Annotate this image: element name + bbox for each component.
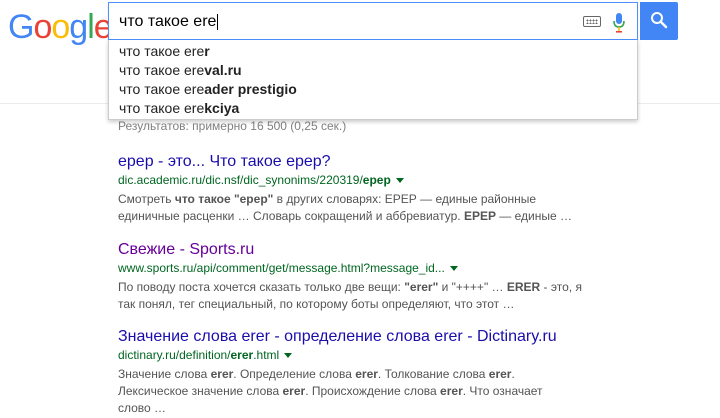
snippet-text: . Определение слова bbox=[233, 367, 356, 381]
snippet-highlight: erer bbox=[210, 367, 234, 381]
result-title-link[interactable]: Значение слова erer - определение слова … bbox=[118, 327, 588, 347]
result-title-link[interactable]: ерер - это... Что такое ерер? bbox=[118, 152, 588, 172]
suggestion-item[interactable]: что такое erekciya bbox=[119, 98, 239, 118]
snippet-line: слово … bbox=[118, 400, 588, 417]
snippet-text: . Толкование слова bbox=[377, 367, 489, 381]
snippet-line: единичные расценки … Словарь сокращений … bbox=[118, 208, 588, 225]
search-result: Свежие - Sports.ru www.sports.ru/api/com… bbox=[118, 240, 588, 313]
snippet-line: Смотреть что такое "ерер" в других слова… bbox=[118, 191, 588, 208]
snippet-text: так понял, тег специальный, по которому … bbox=[118, 297, 515, 311]
snippet-highlight: erer bbox=[440, 384, 463, 398]
snippet-text: . Что означает bbox=[462, 384, 543, 398]
autocomplete-dropdown: что такое erer что такое ereval.ru что т… bbox=[108, 40, 638, 120]
snippet-text: Смотреть bbox=[118, 192, 175, 206]
snippet-text: . Происхождение слова bbox=[305, 384, 441, 398]
search-result: ерер - это... Что такое ерер? dic.academ… bbox=[118, 152, 588, 225]
snippet-text: Значение слова bbox=[118, 367, 211, 381]
url-menu-arrow-icon[interactable] bbox=[284, 353, 293, 359]
snippet-line: Лексическое значение слова erer. Происхо… bbox=[118, 383, 588, 400]
snippet-highlight: erer bbox=[282, 384, 306, 398]
url-menu-arrow-icon[interactable] bbox=[395, 178, 404, 184]
keyboard-icon[interactable] bbox=[583, 16, 601, 27]
snippet-highlight: "erer" bbox=[404, 280, 439, 294]
result-snippet: По поводу поста хочется сказать только д… bbox=[118, 279, 588, 313]
snippet-text: единичные расценки … Словарь сокращений … bbox=[118, 209, 464, 223]
snippet-line: Значение слова erer. Определение слова e… bbox=[118, 366, 588, 383]
snippet-highlight: erer bbox=[488, 367, 512, 381]
result-snippet: Смотреть что такое "ерер" в других слова… bbox=[118, 191, 588, 225]
snippet-highlight: ЕРЕР bbox=[463, 209, 496, 223]
result-url: dic.academic.ru/dic.nsf/dic_synonims/220… bbox=[118, 172, 588, 189]
snippet-text: Лексическое значение слова bbox=[118, 384, 283, 398]
snippet-highlight: ERER bbox=[506, 280, 541, 294]
search-button[interactable] bbox=[640, 2, 678, 40]
snippet-text: слово … bbox=[118, 401, 167, 415]
search-input[interactable]: что такое ere bbox=[108, 2, 638, 40]
result-title-link[interactable]: Свежие - Sports.ru bbox=[118, 240, 588, 260]
search-query-text: что такое ere bbox=[119, 13, 217, 30]
search-icon bbox=[651, 12, 668, 29]
snippet-highlight: что такое "ерер" bbox=[174, 192, 274, 206]
snippet-line: По поводу поста хочется сказать только д… bbox=[118, 279, 588, 296]
url-menu-arrow-icon[interactable] bbox=[449, 266, 458, 272]
snippet-text: По поводу поста хочется сказать только д… bbox=[118, 280, 405, 294]
google-logo[interactable]: Google bbox=[8, 8, 113, 47]
result-snippet: Значение слова erer. Определение слова e… bbox=[118, 366, 588, 417]
snippet-line: так понял, тег специальный, по которому … bbox=[118, 296, 588, 313]
suggestion-item[interactable]: что такое erer bbox=[119, 41, 210, 61]
result-stats: Результатов: примерно 16 500 (0,25 сек.) bbox=[118, 119, 347, 133]
search-result: Значение слова erer - определение слова … bbox=[118, 327, 588, 417]
snippet-text: . bbox=[511, 367, 515, 381]
snippet-text: в других словарях: ЕРЕР — единые районны… bbox=[273, 192, 537, 206]
result-url: www.sports.ru/api/comment/get/message.ht… bbox=[118, 260, 588, 277]
suggestion-item[interactable]: что такое ereader prestigio bbox=[119, 79, 297, 99]
snippet-text: и "++++" … bbox=[438, 280, 507, 294]
snippet-text: - это, я bbox=[540, 280, 582, 294]
snippet-highlight: erer bbox=[355, 367, 378, 381]
suggestion-item[interactable]: что такое ereval.ru bbox=[119, 60, 242, 80]
text-caret bbox=[217, 13, 219, 30]
microphone-icon[interactable] bbox=[611, 12, 627, 34]
snippet-text: — единые … bbox=[495, 209, 572, 223]
result-url: dictinary.ru/definition/erer.html bbox=[118, 347, 588, 364]
